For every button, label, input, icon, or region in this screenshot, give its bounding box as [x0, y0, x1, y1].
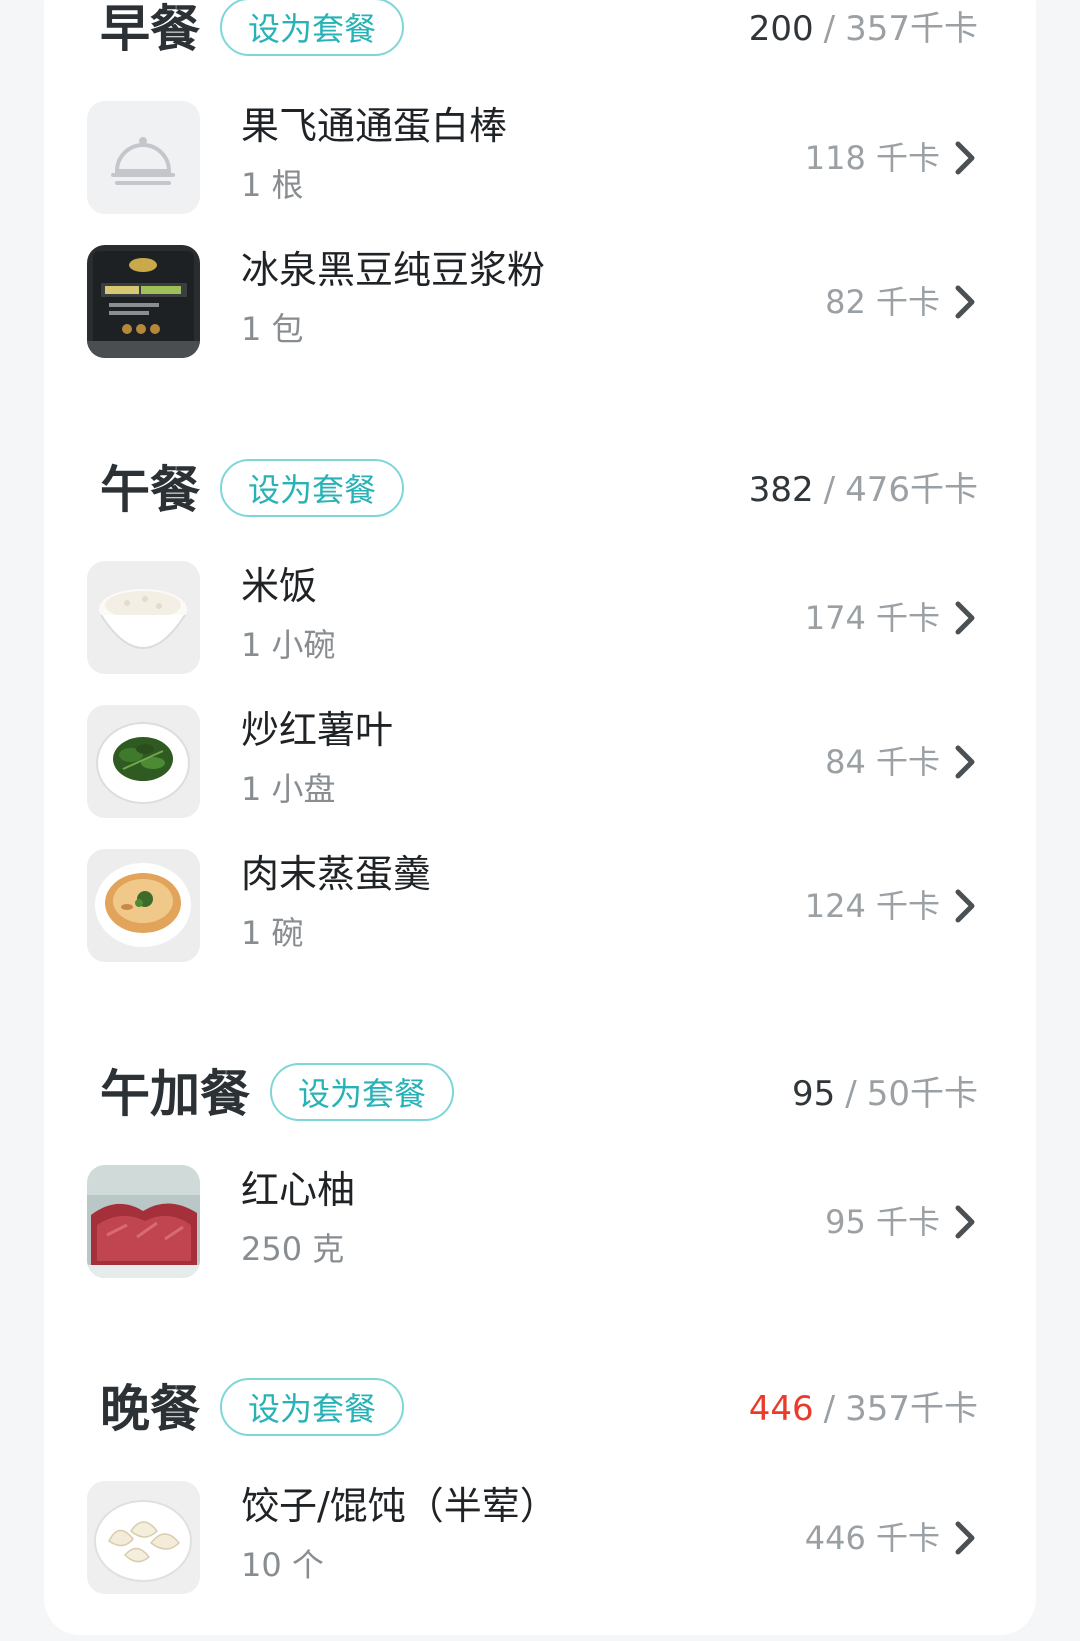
food-name: 肉末蒸蛋羹	[241, 852, 432, 896]
food-name: 炒红薯叶	[241, 708, 394, 752]
food-name: 米饭	[241, 564, 318, 608]
eaten-calories: 446	[748, 1389, 814, 1429]
calorie-separator: /	[845, 1074, 857, 1114]
set-as-combo-button[interactable]: 设为套餐	[220, 459, 404, 517]
meal-calorie-summary: 200/357千卡	[749, 0, 978, 65]
meal-calorie-summary: 446/357千卡	[749, 1373, 978, 1445]
food-name: 饺子/馄饨（半荤）	[241, 1484, 558, 1528]
meal-header: 午餐 设为套餐 382/476千卡	[0, 454, 1080, 526]
chevron-right-icon	[955, 889, 975, 923]
food-name: 果飞通通蛋白棒	[241, 104, 508, 148]
grapefruit-image	[87, 1165, 200, 1278]
food-quantity: 1 根	[241, 166, 304, 204]
meal-title: 午加餐	[100, 1065, 250, 1123]
meal-title: 早餐	[100, 0, 200, 58]
calorie-separator: /	[823, 470, 836, 510]
target-calories: 50千卡	[866, 1074, 978, 1114]
food-calories: 118 千卡	[804, 139, 940, 177]
rice-bowl-image	[87, 561, 200, 674]
food-item-row[interactable]: 饺子/馄饨（半荤） 10 个 446 千卡	[0, 1481, 1080, 1595]
set-as-combo-button[interactable]: 设为套餐	[220, 1378, 404, 1436]
food-quantity: 10 个	[241, 1546, 324, 1584]
eaten-calories: 382	[748, 470, 814, 510]
food-calories: 446 千卡	[804, 1519, 940, 1557]
food-quantity: 1 小盘	[241, 770, 336, 808]
food-name: 冰泉黑豆纯豆浆粉	[241, 248, 546, 292]
egg-custard-image	[87, 849, 200, 962]
meal-header: 午加餐 设为套餐 95/50千卡	[0, 1058, 1080, 1130]
food-placeholder-icon	[87, 101, 200, 214]
chevron-right-icon	[955, 1521, 975, 1555]
meal-calorie-summary: 95/50千卡	[792, 1058, 978, 1130]
eaten-calories: 200	[748, 9, 814, 49]
food-item-row[interactable]: 红心柚 250 克 95 千卡	[0, 1165, 1080, 1279]
food-calories: 82 千卡	[825, 283, 940, 321]
target-calories: 357千卡	[845, 9, 978, 49]
food-item-row[interactable]: 炒红薯叶 1 小盘 84 千卡	[0, 705, 1080, 819]
food-item-row[interactable]: 果飞通通蛋白棒 1 根 118 千卡	[0, 101, 1080, 215]
soy-milk-package-image	[87, 245, 200, 358]
food-calories: 84 千卡	[825, 743, 940, 781]
food-calories: 174 千卡	[804, 599, 940, 637]
dumplings-image	[87, 1481, 200, 1594]
food-item-row[interactable]: 肉末蒸蛋羹 1 碗 124 千卡	[0, 849, 1080, 963]
food-name: 红心柚	[241, 1168, 356, 1212]
chevron-right-icon	[955, 141, 975, 175]
set-as-combo-button[interactable]: 设为套餐	[270, 1063, 454, 1121]
chevron-right-icon	[955, 1205, 975, 1239]
greens-plate-image	[87, 705, 200, 818]
food-quantity: 1 小碗	[241, 626, 336, 664]
meal-calorie-summary: 382/476千卡	[749, 454, 978, 526]
food-item-row[interactable]: 米饭 1 小碗 174 千卡	[0, 561, 1080, 675]
food-quantity: 1 包	[241, 310, 304, 348]
meal-header: 早餐 设为套餐 200/357千卡	[0, 0, 1080, 65]
food-quantity: 250 克	[241, 1230, 345, 1268]
food-item-row[interactable]: 冰泉黑豆纯豆浆粉 1 包 82 千卡	[0, 245, 1080, 359]
chevron-right-icon	[955, 285, 975, 319]
eaten-calories: 95	[792, 1074, 836, 1114]
calorie-separator: /	[823, 9, 836, 49]
food-calories: 124 千卡	[804, 887, 940, 925]
meal-title: 午餐	[100, 461, 200, 519]
chevron-right-icon	[955, 601, 975, 635]
target-calories: 476千卡	[845, 470, 978, 510]
target-calories: 357千卡	[845, 1389, 978, 1429]
food-calories: 95 千卡	[825, 1203, 940, 1241]
meal-header: 晚餐 设为套餐 446/357千卡	[0, 1373, 1080, 1445]
food-quantity: 1 碗	[241, 914, 304, 952]
set-as-combo-button[interactable]: 设为套餐	[220, 0, 404, 56]
chevron-right-icon	[955, 745, 975, 779]
calorie-separator: /	[823, 1389, 836, 1429]
meal-title: 晚餐	[100, 1380, 200, 1438]
